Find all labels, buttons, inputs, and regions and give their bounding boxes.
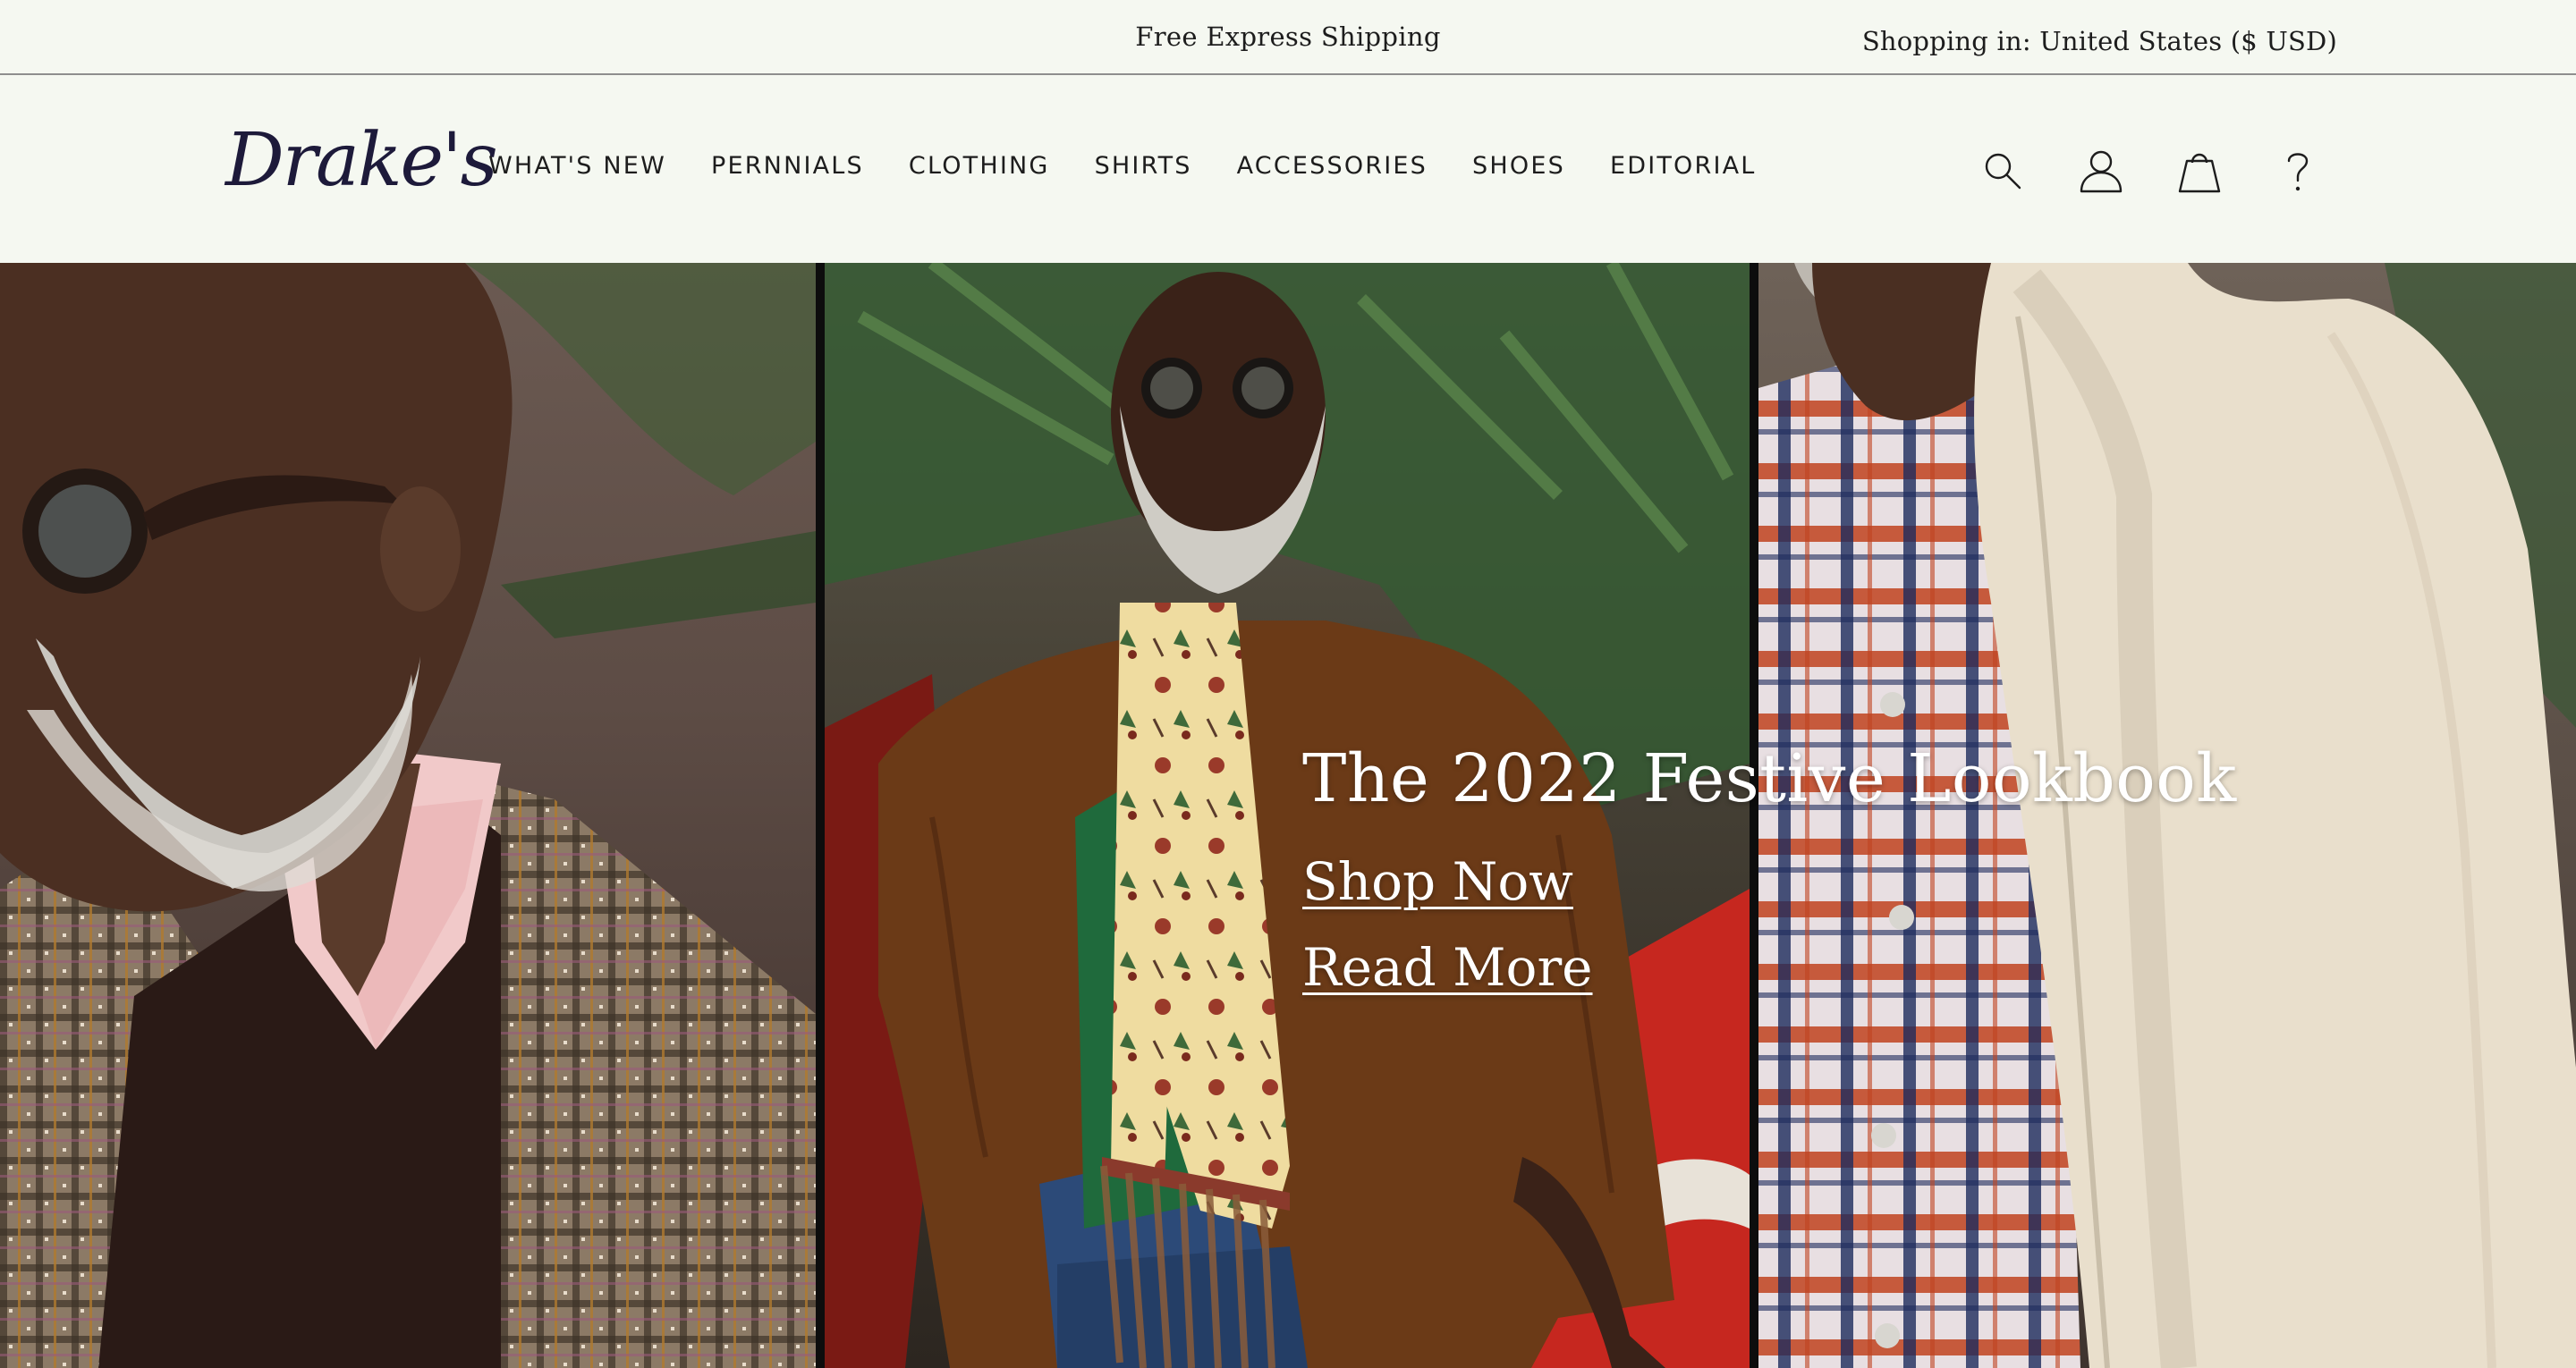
- nav-item-perennials[interactable]: PERNNIALS: [711, 152, 864, 180]
- nav-item-shirts[interactable]: SHIRTS: [1095, 152, 1192, 180]
- announcement-bar: Free Express Shipping Shopping in: Unite…: [0, 0, 2576, 75]
- nav-item-shoes[interactable]: SHOES: [1472, 152, 1565, 180]
- nav-item-accessories[interactable]: ACCESSORIES: [1237, 152, 1428, 180]
- help-icon[interactable]: [2274, 147, 2322, 195]
- nav-item-editorial[interactable]: EDITORIAL: [1610, 152, 1757, 180]
- account-icon[interactable]: [2077, 147, 2125, 195]
- header-icons: [1979, 147, 2322, 195]
- locale-selector[interactable]: Shopping in: United States ($ USD): [1862, 26, 2337, 56]
- brand-logo[interactable]: Drake's: [225, 118, 498, 204]
- nav-item-clothing[interactable]: CLOTHING: [909, 152, 1050, 180]
- shop-now-link[interactable]: Shop Now: [1302, 851, 1573, 912]
- read-more-link[interactable]: Read More: [1302, 937, 1593, 998]
- hero-banner: The 2022 Festive Lookbook Shop Now Read …: [0, 263, 2576, 1368]
- nav-item-whats-new[interactable]: WHAT'S NEW: [488, 152, 666, 180]
- search-icon[interactable]: [1979, 147, 2027, 195]
- hero-image-left: [0, 263, 816, 1368]
- hero-title: The 2022 Festive Lookbook: [1302, 740, 2237, 817]
- site-header: Drake's WHAT'S NEW PERNNIALS CLOTHING SH…: [0, 77, 2576, 263]
- bag-icon[interactable]: [2175, 147, 2224, 195]
- main-nav: WHAT'S NEW PERNNIALS CLOTHING SHIRTS ACC…: [488, 152, 1801, 180]
